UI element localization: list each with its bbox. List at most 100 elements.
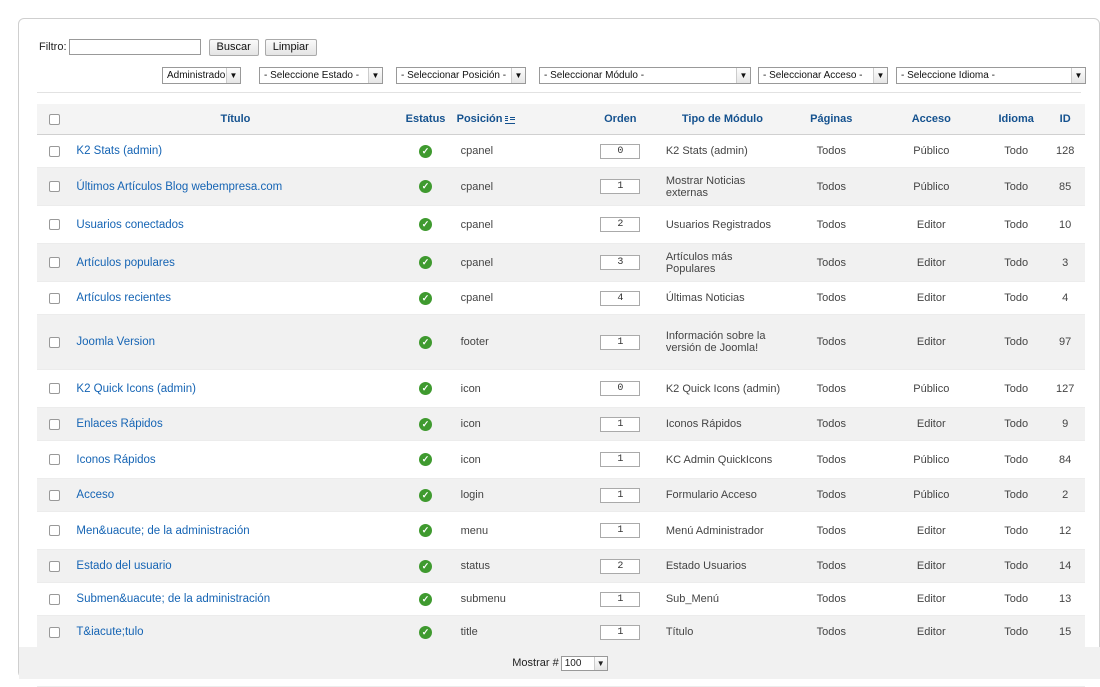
- access-cell[interactable]: Editor: [875, 314, 987, 370]
- access-cell[interactable]: Público: [875, 478, 987, 512]
- module-title-link[interactable]: Iconos Rápidos: [76, 454, 155, 466]
- module-title-link[interactable]: Usuarios conectados: [76, 219, 183, 231]
- check-circle-icon[interactable]: ✓: [419, 144, 433, 158]
- module-title-link[interactable]: T&iacute;tulo: [76, 626, 143, 638]
- order-input[interactable]: 1: [600, 452, 641, 467]
- order-input[interactable]: 2: [600, 217, 641, 232]
- order-input[interactable]: 1: [600, 416, 641, 432]
- order-input[interactable]: 1: [600, 334, 641, 350]
- col-type[interactable]: Tipo de Módulo: [657, 104, 787, 135]
- col-position[interactable]: Posición: [452, 104, 583, 135]
- order-input[interactable]: 1: [600, 624, 641, 640]
- order-input[interactable]: 1: [600, 591, 641, 607]
- search-button[interactable]: Buscar: [208, 38, 259, 56]
- row-checkbox[interactable]: [49, 418, 61, 430]
- row-checkbox-cell: [37, 407, 73, 441]
- display-count-select[interactable]: 100 ▼: [560, 655, 608, 671]
- module-title-link[interactable]: Artículos populares: [76, 257, 174, 269]
- module-title-link[interactable]: K2 Quick Icons (admin): [76, 383, 196, 395]
- chevron-down-icon[interactable]: ▼: [736, 68, 750, 83]
- col-title[interactable]: Título: [72, 104, 399, 135]
- module-title-link[interactable]: Submen&uacute; de la administración: [76, 593, 270, 605]
- module-title-link[interactable]: Estado del usuario: [76, 560, 171, 572]
- order-input[interactable]: 4: [600, 290, 641, 306]
- col-access[interactable]: Acceso: [875, 104, 987, 135]
- filter-input[interactable]: [68, 39, 201, 55]
- check-circle-icon[interactable]: ✓: [419, 559, 433, 573]
- check-circle-icon[interactable]: ✓: [419, 180, 433, 193]
- access-cell[interactable]: Editor: [875, 615, 987, 649]
- modules-panel: Filtro: Buscar Limpiar Administrador ▼ -…: [18, 18, 1100, 687]
- language-select[interactable]: - Seleccione Idioma - ▼: [896, 67, 1086, 84]
- client-select[interactable]: Administrador ▼: [162, 67, 241, 84]
- chevron-down-icon[interactable]: ▼: [368, 68, 382, 83]
- row-checkbox[interactable]: [49, 626, 61, 638]
- state-select[interactable]: - Seleccione Estado - ▼: [259, 67, 383, 84]
- access-cell[interactable]: Público: [875, 440, 987, 479]
- check-circle-icon[interactable]: ✓: [419, 524, 433, 537]
- module-title-link[interactable]: Artículos recientes: [76, 292, 171, 304]
- col-pages[interactable]: Páginas: [787, 104, 876, 135]
- row-checkbox[interactable]: [49, 593, 61, 605]
- check-circle-icon[interactable]: ✓: [419, 625, 433, 639]
- access-cell[interactable]: Público: [875, 369, 987, 408]
- access-cell[interactable]: Público: [875, 167, 987, 206]
- select-all-checkbox[interactable]: [49, 113, 61, 125]
- module-title-link[interactable]: Últimos Artículos Blog webempresa.com: [76, 181, 282, 193]
- row-checkbox[interactable]: [49, 560, 61, 572]
- access-cell[interactable]: Editor: [875, 243, 987, 282]
- check-circle-icon[interactable]: ✓: [419, 592, 433, 606]
- access-cell[interactable]: Público: [875, 134, 987, 168]
- module-title-link[interactable]: Acceso: [76, 489, 114, 501]
- row-checkbox[interactable]: [49, 454, 61, 466]
- col-order[interactable]: Orden: [582, 104, 658, 135]
- access-cell[interactable]: Editor: [875, 549, 987, 583]
- check-circle-icon[interactable]: ✓: [419, 382, 433, 395]
- check-circle-icon[interactable]: ✓: [419, 256, 433, 269]
- chevron-down-icon[interactable]: ▼: [226, 68, 240, 83]
- order-input[interactable]: 1: [600, 487, 641, 503]
- module-select[interactable]: - Seleccionar Módulo - ▼: [539, 67, 751, 84]
- chevron-down-icon[interactable]: ▼: [1071, 68, 1085, 83]
- order-input[interactable]: 2: [600, 558, 641, 574]
- access-cell[interactable]: Editor: [875, 511, 987, 550]
- col-language[interactable]: Idioma: [987, 104, 1046, 135]
- row-checkbox[interactable]: [49, 489, 61, 501]
- check-circle-icon[interactable]: ✓: [419, 335, 433, 349]
- row-checkbox[interactable]: [49, 336, 61, 348]
- col-id[interactable]: ID: [1045, 104, 1085, 135]
- order-input[interactable]: 1: [600, 523, 641, 538]
- access-cell[interactable]: Editor: [875, 582, 987, 616]
- module-title-link[interactable]: Joomla Version: [76, 336, 155, 348]
- module-title-link[interactable]: K2 Stats (admin): [76, 145, 162, 157]
- order-input[interactable]: 0: [600, 381, 641, 396]
- chevron-down-icon[interactable]: ▼: [511, 68, 525, 83]
- sort-icon: [505, 115, 516, 124]
- row-checkbox[interactable]: [49, 383, 61, 395]
- check-circle-icon[interactable]: ✓: [419, 488, 433, 502]
- check-circle-icon[interactable]: ✓: [419, 218, 433, 231]
- row-checkbox[interactable]: [49, 292, 61, 304]
- row-checkbox[interactable]: [49, 257, 61, 269]
- order-input[interactable]: 3: [600, 255, 641, 270]
- module-title-link[interactable]: Enlaces Rápidos: [76, 418, 162, 430]
- row-checkbox[interactable]: [49, 525, 61, 537]
- access-cell[interactable]: Editor: [875, 205, 987, 244]
- row-checkbox[interactable]: [49, 181, 61, 193]
- access-cell[interactable]: Editor: [875, 281, 987, 315]
- check-circle-icon[interactable]: ✓: [419, 453, 433, 466]
- col-status[interactable]: Estatus: [398, 104, 453, 135]
- row-checkbox[interactable]: [49, 145, 61, 157]
- chevron-down-icon[interactable]: ▼: [593, 656, 607, 670]
- order-input[interactable]: 0: [600, 143, 641, 159]
- clear-button[interactable]: Limpiar: [264, 38, 317, 56]
- chevron-down-icon[interactable]: ▼: [873, 68, 887, 83]
- order-input[interactable]: 1: [600, 179, 641, 194]
- access-select[interactable]: - Seleccionar Acceso - ▼: [758, 67, 888, 84]
- access-cell[interactable]: Editor: [875, 407, 987, 441]
- position-select[interactable]: - Seleccionar Posición - ▼: [396, 67, 526, 84]
- module-title-link[interactable]: Men&uacute; de la administración: [76, 525, 249, 537]
- check-circle-icon[interactable]: ✓: [419, 417, 433, 431]
- row-checkbox[interactable]: [49, 219, 61, 231]
- check-circle-icon[interactable]: ✓: [419, 291, 433, 305]
